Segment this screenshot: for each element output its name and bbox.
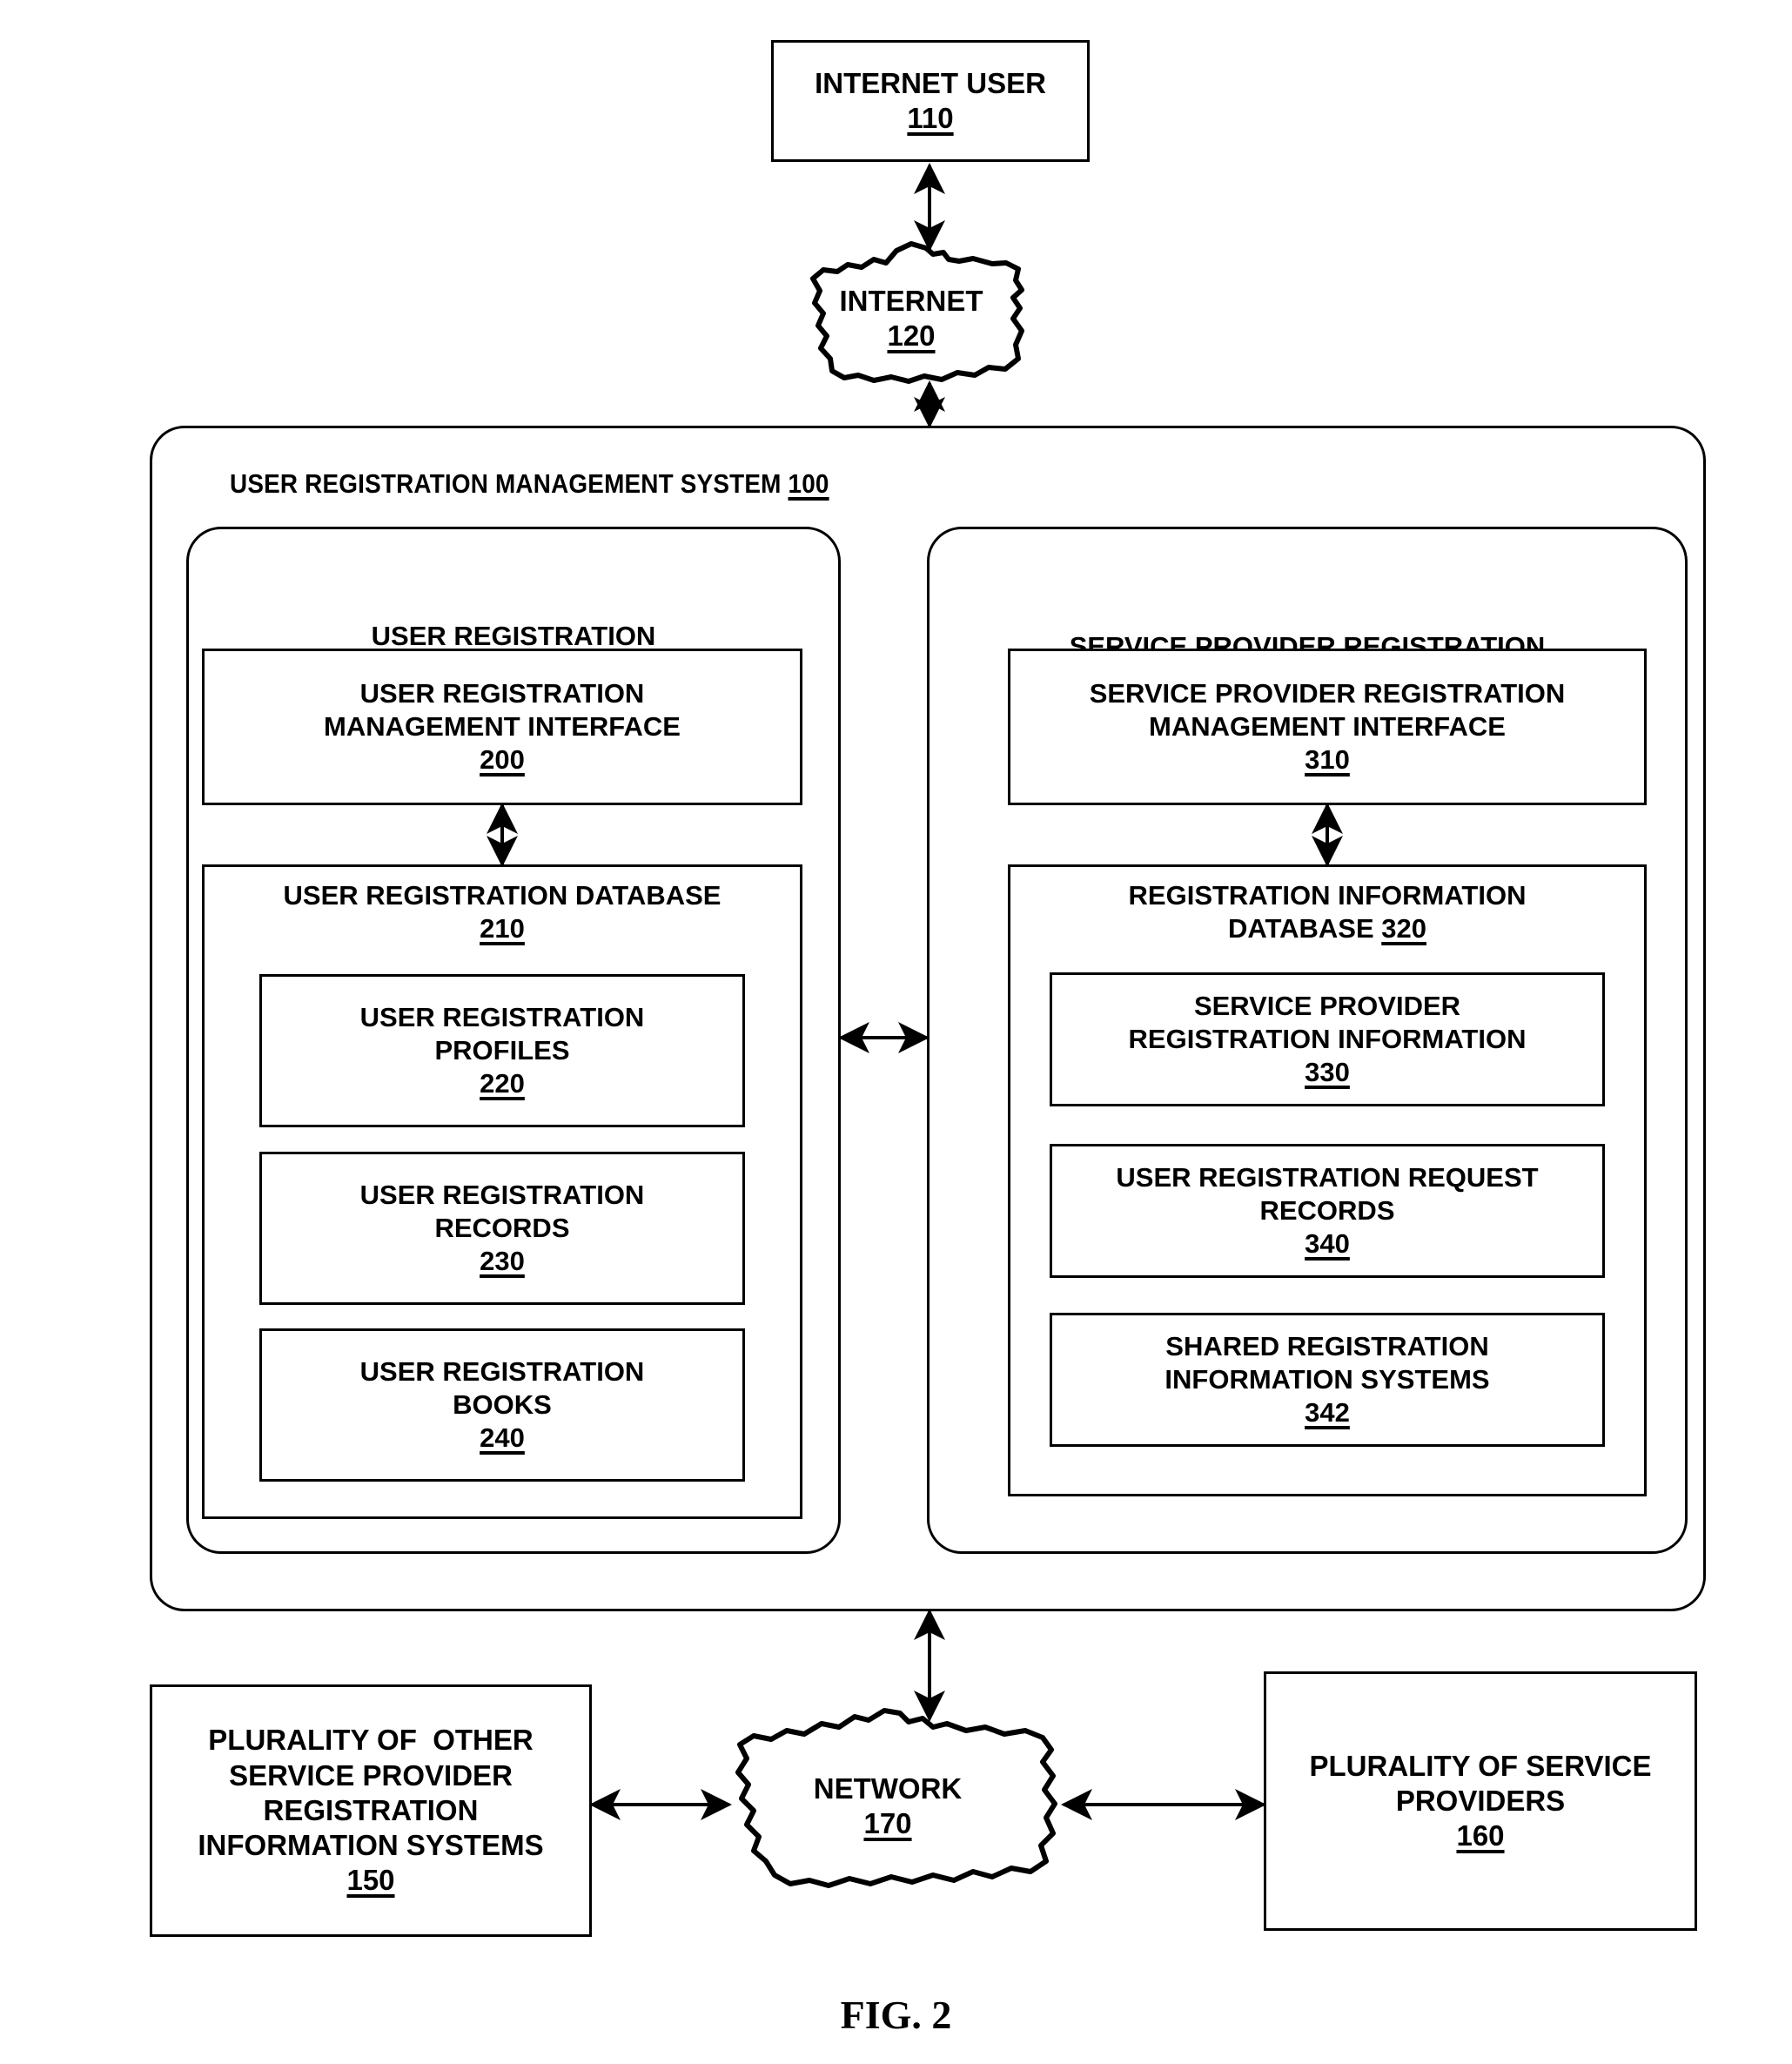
sris-line2: INFORMATION SYSTEMS [1164, 1364, 1490, 1395]
service-provider-registration-information-box: SERVICE PROVIDER REGISTRATION INFORMATIO… [1050, 972, 1605, 1106]
urdb-header: USER REGISTRATION DATABASE 210 [205, 879, 800, 945]
ridb-line1: REGISTRATION INFORMATION [1128, 880, 1527, 911]
internet-cloud-ref: 120 [887, 319, 936, 352]
other-service-provider-registration-information-systems-box: PLURALITY OF OTHER SERVICE PROVIDER REGI… [150, 1684, 592, 1937]
other-line4: INFORMATION SYSTEMS [198, 1829, 544, 1862]
network-cloud-text: NETWORK 170 [714, 1706, 1062, 1906]
plurality-of-service-providers-box: PLURALITY OF SERVICE PROVIDERS 160 [1264, 1671, 1697, 1931]
urdb-line1: USER REGISTRATION DATABASE [283, 880, 721, 911]
ridb-line2: DATABASE 320 [1010, 912, 1644, 945]
system-title-ref: 100 [788, 468, 829, 499]
urdb-ref: 210 [480, 912, 525, 944]
urp-line1: USER REGISTRATION [359, 1002, 645, 1033]
urrr-line1: USER REGISTRATION REQUEST [1116, 1162, 1539, 1193]
urmi-ref: 200 [480, 743, 525, 775]
internet-cloud: INTERNET 120 [794, 240, 1029, 397]
user-registration-profiles-box: USER REGISTRATION PROFILES 220 [259, 974, 745, 1127]
sp-line2: PROVIDERS [1395, 1784, 1566, 1817]
user-registration-books-box: USER REGISTRATION BOOKS 240 [259, 1328, 745, 1482]
sris-line1: SHARED REGISTRATION [1165, 1331, 1489, 1362]
internet-cloud-label: INTERNET [839, 284, 983, 317]
urmi-line2: MANAGEMENT INTERFACE [324, 711, 681, 743]
urr-line1: USER REGISTRATION [359, 1180, 645, 1211]
internet-user-box: INTERNET USER 110 [771, 40, 1090, 162]
spri-ref: 330 [1305, 1056, 1350, 1087]
system-title-text: USER REGISTRATION MANAGEMENT SYSTEM [230, 468, 789, 499]
sprmi-line1: SERVICE PROVIDER REGISTRATION [1089, 678, 1566, 709]
user-registration-management-interface-box: USER REGISTRATION MANAGEMENT INTERFACE 2… [202, 649, 802, 805]
internet-user-label: INTERNET USER [815, 66, 1046, 99]
ridb-ref: 320 [1381, 912, 1426, 944]
other-line3: REGISTRATION [263, 1793, 479, 1826]
spri-line1: SERVICE PROVIDER [1193, 991, 1461, 1022]
shared-registration-information-systems-box: SHARED REGISTRATION INFORMATION SYSTEMS … [1050, 1313, 1605, 1447]
network-cloud-ref: 170 [863, 1807, 912, 1839]
urrr-ref: 340 [1305, 1227, 1350, 1259]
urr-ref: 230 [480, 1245, 525, 1276]
sprmi-ref: 310 [1305, 743, 1350, 775]
sris-ref: 342 [1305, 1396, 1350, 1428]
figure-caption: FIG. 2 [840, 1993, 952, 2037]
user-registration-request-records-box: USER REGISTRATION REQUEST RECORDS 340 [1050, 1144, 1605, 1278]
network-cloud-label: NETWORK [813, 1772, 963, 1805]
sp-line1: PLURALITY OF SERVICE [1309, 1749, 1652, 1782]
urmi-line1: USER REGISTRATION [359, 678, 645, 709]
urr-line2: RECORDS [434, 1213, 570, 1244]
other-ref: 150 [346, 1864, 395, 1897]
other-line2: SERVICE PROVIDER [229, 1758, 513, 1792]
figure-canvas: INTERNET USER 110 INTERNET 120 USER REGI… [0, 0, 1792, 2064]
urp-ref: 220 [480, 1067, 525, 1099]
internet-cloud-text: INTERNET 120 [794, 240, 1029, 397]
urb-ref: 240 [480, 1422, 525, 1453]
other-line1: PLURALITY OF OTHER [208, 1724, 534, 1757]
network-cloud: NETWORK 170 [714, 1706, 1062, 1906]
urp-line2: PROFILES [434, 1035, 570, 1066]
ridb-header: REGISTRATION INFORMATION DATABASE 320 [1010, 879, 1644, 945]
spri-line2: REGISTRATION INFORMATION [1128, 1024, 1527, 1055]
urb-line2: BOOKS [453, 1389, 552, 1421]
system-title: USER REGISTRATION MANAGEMENT SYSTEM 100 [230, 468, 829, 500]
sp-ref: 160 [1456, 1819, 1505, 1852]
urb-line1: USER REGISTRATION [359, 1356, 645, 1388]
sprmi-line2: MANAGEMENT INTERFACE [1149, 711, 1506, 743]
user-registration-records-box: USER REGISTRATION RECORDS 230 [259, 1152, 745, 1305]
urrr-line2: RECORDS [1259, 1195, 1395, 1227]
internet-user-ref: 110 [907, 102, 954, 134]
service-provider-registration-management-interface-box: SERVICE PROVIDER REGISTRATION MANAGEMENT… [1008, 649, 1647, 805]
ridb-line2-text: DATABASE [1228, 912, 1382, 944]
